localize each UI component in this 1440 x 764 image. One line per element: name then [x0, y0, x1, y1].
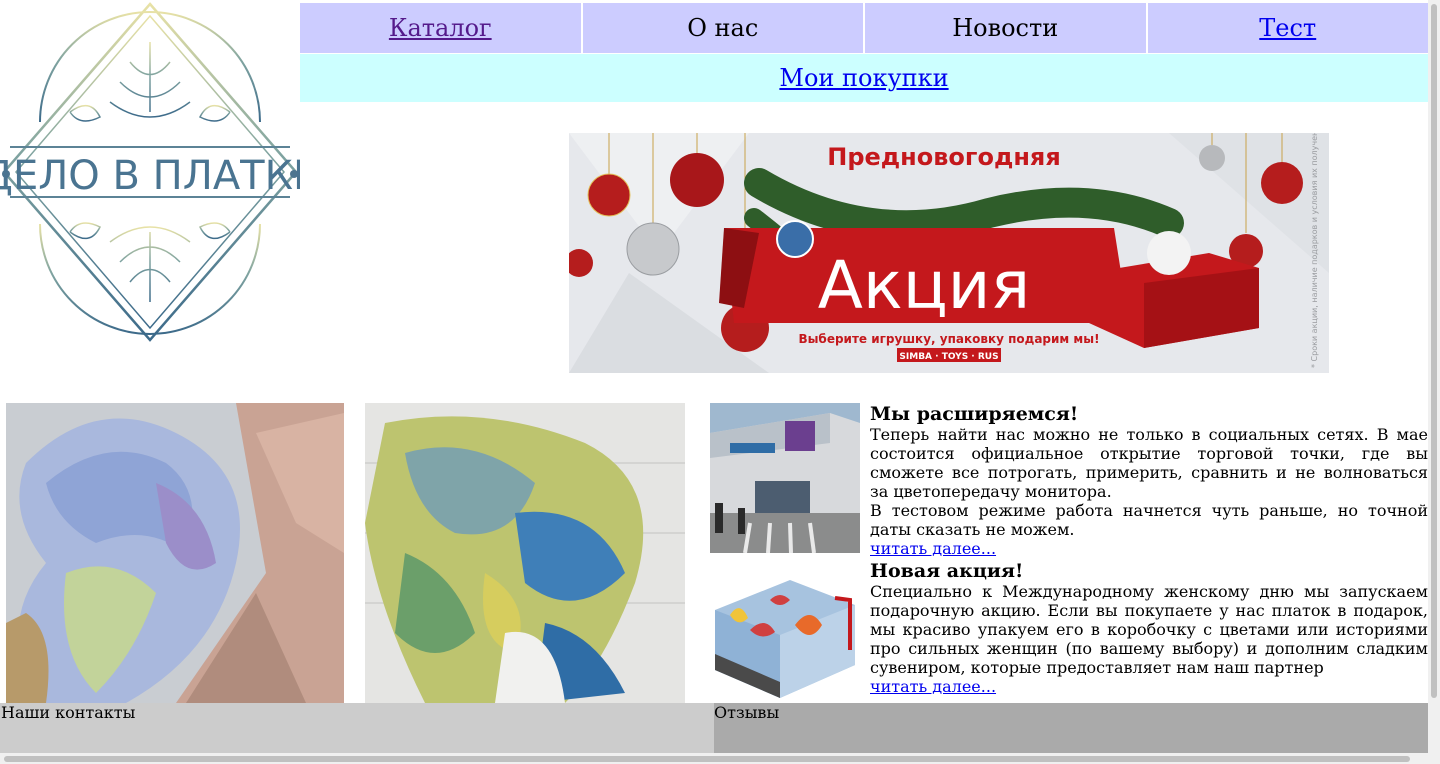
read-more-link[interactable]: читать далее...: [870, 677, 996, 696]
news-body: Мы расширяемся! Теперь найти нас можно н…: [870, 403, 1428, 558]
nav-text-about: О нас: [687, 14, 759, 42]
vertical-scrollbar-thumb[interactable]: [1431, 4, 1437, 698]
news-paragraph: Теперь найти нас можно не только в социа…: [870, 425, 1428, 501]
my-purchases-bar: Мои покупки: [300, 54, 1428, 102]
footer-contacts: Наши контакты: [0, 703, 714, 753]
logo-text: ДЕЛО В ПЛАТКЕ: [0, 153, 300, 199]
nav-link-test[interactable]: Тест: [1259, 14, 1316, 42]
nav-link-catalog[interactable]: Каталог: [389, 14, 492, 42]
read-more-link[interactable]: читать далее...: [870, 539, 996, 558]
nav-item-news: Новости: [863, 3, 1146, 53]
product-photo-2[interactable]: [365, 403, 685, 703]
news-paragraph: Специально к Международному женскому дню…: [870, 582, 1428, 677]
news-title: Мы расширяемся!: [870, 403, 1079, 425]
horizontal-scrollbar-thumb[interactable]: [4, 756, 1410, 762]
horizontal-scrollbar[interactable]: [0, 753, 1428, 764]
nav-text-news: Новости: [952, 14, 1059, 42]
my-purchases-link[interactable]: Мои покупки: [779, 64, 948, 92]
nav-item-test: Тест: [1145, 3, 1428, 53]
main-nav: Каталог О нас Новости Тест: [300, 3, 1428, 53]
news-title: Новая акция!: [870, 560, 1024, 582]
banner-title: Акция: [818, 247, 1031, 324]
footer-reviews-label: Отзывы: [714, 703, 780, 722]
footer-contacts-label: Наши контакты: [1, 703, 136, 722]
news-body: Новая акция! Специально к Международному…: [870, 560, 1428, 696]
product-photo-1[interactable]: [6, 403, 344, 703]
banner-subtitle: Выберите игрушку, упаковку подарим мы!: [798, 332, 1099, 346]
banner-brand: SIMBA · TOYS · RUS: [899, 352, 998, 362]
nav-item-about: О нас: [580, 3, 863, 53]
footer-reviews: Отзывы: [714, 703, 1428, 753]
nav-item-catalog: Каталог: [300, 3, 581, 53]
banner-heading: Предновогодняя: [827, 143, 1060, 171]
news-thumbnail-gift-box[interactable]: [710, 570, 860, 700]
site-logo[interactable]: ДЕЛО В ПЛАТКЕ: [0, 2, 300, 342]
vertical-scrollbar[interactable]: [1428, 0, 1440, 764]
banner-side-note: * Сроки акции, наличие подарков и услови…: [1310, 133, 1319, 368]
news-thumbnail-mall[interactable]: [710, 403, 860, 553]
promo-banner[interactable]: Предновогодняя Акция Выберите игрушку, у…: [569, 133, 1329, 373]
news-paragraph: В тестовом режиме работа начнется чуть р…: [870, 501, 1428, 539]
